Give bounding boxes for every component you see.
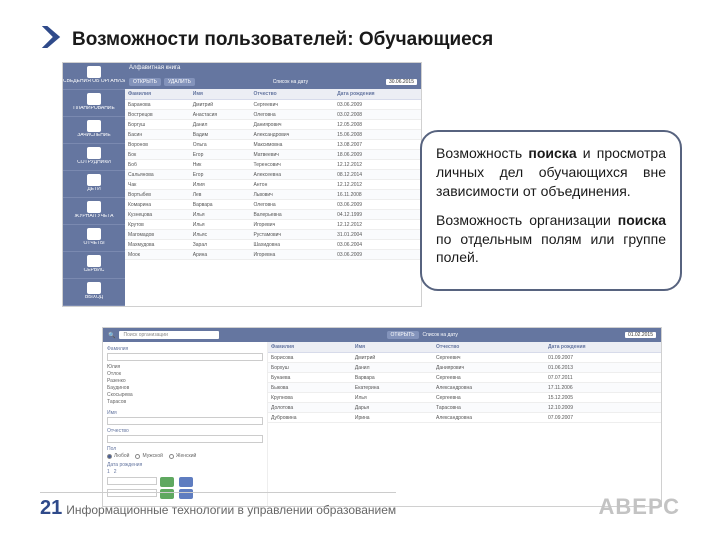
- sidebar-item[interactable]: ЖУРНАЛ УЧЕТА: [63, 198, 125, 225]
- table-row[interactable]: БунаеваВарвараСергеевна07.07.2011: [268, 373, 661, 383]
- app-titlebar: Алфавитная книга: [125, 63, 421, 75]
- table-row[interactable]: БасинВадимАлександрович15.06.2008: [125, 130, 421, 140]
- table-row[interactable]: ВострецовАнастасияОлеговна03.02.2008: [125, 110, 421, 120]
- footer-text: Информационные технологии в управлении о…: [66, 503, 396, 517]
- table-row[interactable]: МахмудоваЗаралШахидовна03.06.2004: [125, 240, 421, 250]
- table-row[interactable]: ДолотоваДарьяТарасовна12.10.2009: [268, 403, 661, 413]
- col-header[interactable]: Имя: [190, 89, 251, 100]
- slide-header: Возможности пользователей: Обучающиеся: [40, 24, 493, 55]
- surname-field[interactable]: [107, 353, 263, 361]
- table-row[interactable]: ВороновОльгаМаксимовна13.08.2007: [125, 140, 421, 150]
- brand-logo: АВЕРС: [599, 494, 680, 520]
- label-patronymic: Отчество: [107, 428, 263, 434]
- sidebar-item[interactable]: ПЛАНИРОВАНИЕ: [63, 90, 125, 117]
- org-search-input[interactable]: Поиск организации: [119, 331, 219, 339]
- page-title: Возможности пользователей: Обучающиеся: [72, 29, 493, 51]
- radio-male[interactable]: Мужской: [135, 453, 162, 459]
- sidebar-item[interactable]: СВЕДЕНИЯ ОБ ОРГАНИЗАЦИИ: [63, 63, 125, 90]
- name-field[interactable]: [107, 417, 263, 425]
- sidebar-item[interactable]: СЕРВИС: [63, 252, 125, 279]
- table-row[interactable]: БорисоваДмитрийСергеевич01.09.2007: [268, 353, 661, 363]
- chevron-icon: [40, 24, 62, 55]
- dob-field[interactable]: [107, 477, 157, 485]
- sidebar-item[interactable]: ОТЧЕТЫ: [63, 225, 125, 252]
- sidebar-item[interactable]: ДЕТИ: [63, 171, 125, 198]
- col-header[interactable]: Дата рождения: [334, 89, 421, 100]
- label-dob: Дата рождения: [107, 462, 263, 468]
- app-sidebar: СВЕДЕНИЯ ОБ ОРГАНИЗАЦИИПЛАНИРОВАНИЕЗАЧИС…: [63, 63, 125, 306]
- col-header[interactable]: Отчество: [433, 342, 545, 353]
- col-header[interactable]: Отчество: [250, 89, 334, 100]
- page-number: 21: [40, 497, 62, 520]
- table-row[interactable]: КрупноваИльяСергеевна15.12.2005: [268, 393, 661, 403]
- table-row[interactable]: СальяноваЕгорАлексеевна08.12.2014: [125, 170, 421, 180]
- sidebar-item[interactable]: СОТРУДНИКИ: [63, 144, 125, 171]
- date-label-2: Список на дату: [423, 332, 458, 338]
- table-row[interactable]: БыковаЕкатеринаАлександровна17.11.2006: [268, 383, 661, 393]
- open-button[interactable]: ОТКРЫТЬ: [129, 78, 161, 86]
- sidebar-item[interactable]: ЗАЧИСЛЕНИЕ: [63, 117, 125, 144]
- table-row[interactable]: КузнецоваИльяВалерьевна04.12.1999: [125, 210, 421, 220]
- col-header[interactable]: Фамилия: [125, 89, 190, 100]
- date-label: Список на дату: [273, 79, 308, 85]
- results-table: ФамилияИмяОтчествоДата рождения Борисова…: [268, 342, 661, 423]
- table-row[interactable]: БоргушДанилДаниярович12.05.2008: [125, 120, 421, 130]
- sidebar-item[interactable]: ВЫХОД: [63, 279, 125, 306]
- app-screenshot-2: 🔍 Поиск организации ОТКРЫТЬ Список на да…: [102, 327, 662, 507]
- col-header[interactable]: Фамилия: [268, 342, 352, 353]
- col-header[interactable]: Имя: [352, 342, 433, 353]
- col-header[interactable]: Дата рождения: [545, 342, 661, 353]
- radio-female[interactable]: Женский: [169, 453, 196, 459]
- annotation-callout: Возможность поиска и просмотра личных де…: [420, 130, 682, 291]
- open-button-2[interactable]: ОТКРЫТЬ: [387, 331, 419, 339]
- table-row[interactable]: БокЕгорМатвеевич18.06.2009: [125, 150, 421, 160]
- table-row[interactable]: ДубровинаИринаАлександровна07.09.2007: [268, 413, 661, 423]
- table-row[interactable]: КомаринаВарвараОлеговна03.06.2009: [125, 200, 421, 210]
- apply-button[interactable]: [160, 477, 174, 487]
- app-toolbar: ОТКРЫТЬ УДАЛИТЬ Список на дату 30.06.201…: [125, 75, 421, 89]
- slide-footer: 21 Информационные технологии в управлени…: [40, 492, 680, 520]
- date-input[interactable]: 30.06.2015: [386, 79, 417, 85]
- search-form: Фамилия ЮлияОтлокРазенкоБаудиновСкосырев…: [103, 342, 268, 506]
- table-row[interactable]: ВортыбевЛевЛьвович16.11.2008: [125, 190, 421, 200]
- table-row[interactable]: МагомадовИльясРустамович31.01.2004: [125, 230, 421, 240]
- table-row[interactable]: МоокАринаИгоревна03.06.2009: [125, 250, 421, 260]
- date-input-2[interactable]: 01.02.2015: [625, 332, 656, 338]
- table-row[interactable]: ЧакИлияАнтон12.12.2012: [125, 180, 421, 190]
- reset-button[interactable]: [179, 477, 193, 487]
- table-row[interactable]: КрутовИльяИгоревич12.12.2012: [125, 220, 421, 230]
- table-row[interactable]: БобНикТеренсович12.12.2012: [125, 160, 421, 170]
- table-row[interactable]: БарановаДмитрийСергеевич03.06.2009: [125, 100, 421, 110]
- table-row[interactable]: БорхушДанилДаниярович01.06.2013: [268, 363, 661, 373]
- delete-button[interactable]: УДАЛИТЬ: [164, 78, 195, 86]
- label-surname: Фамилия: [107, 346, 263, 352]
- students-table: ФамилияИмяОтчествоДата рождения Баранова…: [125, 89, 421, 260]
- radio-any[interactable]: Любой: [107, 453, 129, 459]
- app-screenshot-1: СВЕДЕНИЯ ОБ ОРГАНИЗАЦИИПЛАНИРОВАНИЕЗАЧИС…: [62, 62, 422, 307]
- patronymic-field[interactable]: [107, 435, 263, 443]
- label-gender: Пол: [107, 446, 263, 452]
- search-toolbar: 🔍 Поиск организации ОТКРЫТЬ Список на да…: [103, 328, 661, 342]
- label-name: Имя: [107, 410, 263, 416]
